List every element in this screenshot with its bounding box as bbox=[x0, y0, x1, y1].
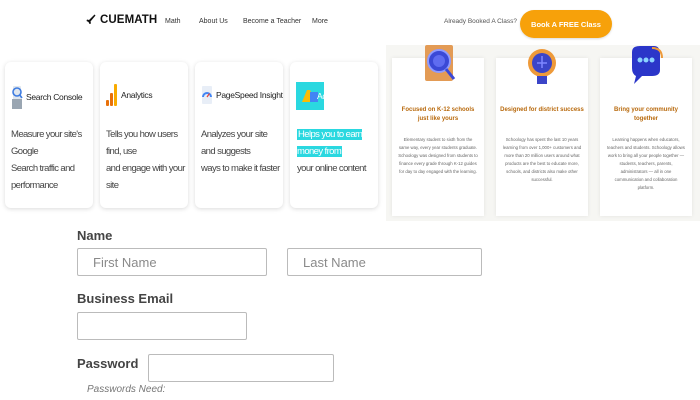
speed-gauge-icon bbox=[202, 86, 212, 104]
tool-card-adsense[interactable]: AdSense Helps you to earn money from your… bbox=[290, 62, 378, 208]
magnifier-icon bbox=[12, 86, 23, 109]
tool-description: Measure your site's Google Search traffic… bbox=[11, 129, 82, 192]
tool-card-analytics[interactable]: Analytics Tells you how users find, use a… bbox=[100, 62, 188, 208]
password-input[interactable] bbox=[148, 354, 334, 382]
tool-card-pagespeed[interactable]: PageSpeed Insights Analyzes your site an… bbox=[195, 62, 283, 208]
brand-logo[interactable]: CUEMATH bbox=[86, 14, 157, 26]
business-email-label: Business Email bbox=[77, 291, 174, 306]
brand-name: CUEMATH bbox=[100, 14, 158, 26]
book-free-class-button[interactable]: Book A FREE Class bbox=[520, 10, 612, 38]
last-name-input[interactable] bbox=[287, 248, 482, 276]
feature-card-district: Designed for district success Schoology … bbox=[496, 49, 588, 216]
feature-body: Schoology has spent the last 10 years le… bbox=[502, 137, 582, 182]
tool-title: AdSense bbox=[317, 91, 350, 101]
feature-card-k12: Focused on K-12 schools just like yours … bbox=[392, 45, 484, 216]
rocket-icon bbox=[86, 14, 96, 24]
tool-description: Helps you to earn money from your online … bbox=[297, 129, 366, 175]
magnifier-icon bbox=[425, 45, 456, 81]
tool-description: Analyzes your site and suggests ways to m… bbox=[201, 129, 280, 175]
nav-link-math[interactable]: Math bbox=[165, 18, 181, 25]
feature-title: Focused on K-12 schools just like yours bbox=[401, 107, 475, 122]
nav-link-become-teacher[interactable]: Become a Teacher bbox=[243, 18, 301, 25]
chat-bubble-icon bbox=[632, 46, 663, 84]
tool-card-search-console[interactable]: Search Console Measure your site's Googl… bbox=[5, 62, 93, 208]
business-email-input[interactable] bbox=[77, 312, 247, 340]
nav-link-about-us[interactable]: About Us bbox=[199, 18, 228, 25]
nav-link-more[interactable]: More bbox=[312, 18, 328, 25]
tool-description: Tells you how users find, use and engage … bbox=[106, 129, 185, 192]
feature-title: Designed for district success bbox=[500, 107, 584, 113]
tool-title: Search Console bbox=[26, 92, 83, 102]
password-label: Password bbox=[77, 356, 139, 371]
tool-title: Analytics bbox=[121, 90, 153, 100]
feature-body: Elementary student to sixth from the sam… bbox=[398, 137, 478, 174]
tool-title: PageSpeed Insights bbox=[216, 90, 283, 100]
first-name-input[interactable] bbox=[77, 248, 267, 276]
name-label: Name bbox=[77, 228, 113, 243]
bulb-icon bbox=[528, 49, 556, 84]
already-booked-link[interactable]: Already Booked A Class? bbox=[444, 18, 517, 25]
feature-body: Learning happens when educators, teacher… bbox=[607, 137, 685, 190]
password-hint: Passwords Need: bbox=[87, 384, 166, 395]
feature-title: Bring your community together bbox=[613, 107, 678, 122]
bar-chart-icon bbox=[106, 84, 118, 106]
top-nav: CUEMATH Math About Us Become a Teacher M… bbox=[0, 0, 700, 46]
feature-card-community: Bring your community together Learning h… bbox=[600, 46, 692, 216]
